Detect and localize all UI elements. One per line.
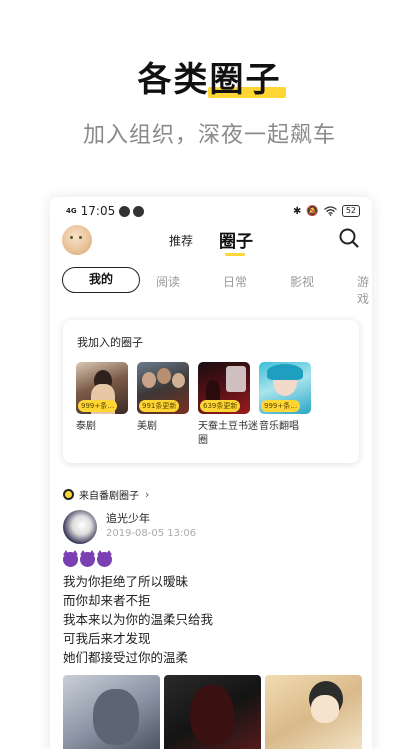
circle-name: 泰剧 [76, 421, 96, 432]
post-images [63, 675, 362, 749]
active-tab-indicator [225, 253, 245, 256]
post-line: 我为你拒绝了所以暧昧 [63, 574, 189, 589]
update-badge: 991条更新 [139, 400, 180, 412]
update-badge: 999+条… [261, 400, 301, 412]
chevron-right-icon: › [145, 488, 150, 501]
user-avatar[interactable] [62, 225, 92, 255]
battery-icon: 52 [341, 205, 360, 217]
post-line: 她们都接受过你的温柔 [63, 650, 189, 665]
circle-name: 音乐翻唱 [259, 421, 299, 432]
circle-name: 美剧 [137, 421, 157, 432]
phone-screen: 4G 17:05 ✱ 🔕 52 推荐 圈子 我的 阅读 日常 影视 游戏 我加入… [50, 197, 372, 749]
circle-thumbnail: 639条更新 [198, 362, 250, 414]
category-tab-games[interactable]: 游戏 [357, 273, 372, 307]
circle-thumbnail: 999+条… [259, 362, 311, 414]
category-tabs: 我的 阅读 日常 影视 游戏 [50, 265, 372, 307]
promo-title: 各类圈子 [138, 52, 286, 101]
category-tab-film[interactable]: 影视 [290, 273, 314, 290]
post-line: 可我后来才发现 [63, 631, 151, 646]
wifi-icon [323, 206, 337, 216]
devil-emoji-icon [80, 550, 95, 567]
update-badge: 999+条… [78, 400, 118, 412]
author-name[interactable]: 追光少年 [106, 510, 150, 526]
joined-circles-title: 我加入的圈子 [77, 336, 143, 349]
devil-emoji-icon [97, 550, 112, 567]
post-image[interactable] [265, 675, 362, 749]
category-tab-reading[interactable]: 阅读 [156, 273, 180, 290]
circle-item[interactable]: 991条更新 美剧 [137, 362, 191, 434]
circle-thumbnail: 991条更新 [137, 362, 189, 414]
tab-recommend[interactable]: 推荐 [169, 232, 193, 249]
notification-icon [119, 205, 131, 217]
message-icon [133, 205, 145, 217]
post-timestamp: 2019-08-05 13:06 [106, 528, 197, 539]
emoji-row [63, 550, 112, 567]
post-line: 而你却来者不拒 [63, 593, 151, 608]
top-nav: 推荐 圈子 [50, 225, 372, 261]
post-image[interactable] [164, 675, 261, 749]
status-bar: 4G 17:05 ✱ 🔕 52 [50, 197, 372, 225]
bluetooth-icon: ✱ [292, 205, 302, 217]
devil-emoji-icon [63, 550, 78, 567]
status-right: ✱ 🔕 52 [293, 205, 360, 217]
circle-source-icon [63, 489, 74, 500]
network-indicator: 4G [66, 206, 77, 215]
category-tab-daily[interactable]: 日常 [223, 273, 247, 290]
post-image[interactable] [63, 675, 160, 749]
circle-item[interactable]: 999+条… 泰剧 [76, 362, 130, 434]
promo-header: 各类圈子 [0, 52, 419, 101]
mute-icon: 🔕 [306, 205, 319, 217]
circle-item[interactable]: 999+条… 音乐翻唱 [259, 362, 313, 434]
circle-name: 天蚕土豆书迷圈 [198, 421, 258, 446]
circle-item[interactable]: 639条更新 天蚕土豆书迷圈 [198, 362, 258, 448]
post-source[interactable]: 来自番剧圈子 › [63, 487, 149, 502]
update-badge: 639条更新 [200, 400, 241, 412]
post-body: 我为你拒绝了所以暧昧 而你却来者不拒 我本来以为你的温柔只给我 可我后来才发现 … [63, 572, 213, 667]
status-time: 17:05 [80, 204, 116, 218]
category-tab-mine[interactable]: 我的 [62, 267, 140, 293]
post-source-label: 来自番剧圈子 [79, 491, 139, 502]
tab-circles[interactable]: 圈子 [219, 227, 253, 252]
search-icon[interactable] [338, 227, 360, 249]
circle-thumbnail: 999+条… [76, 362, 128, 414]
promo-subtitle: 加入组织，深夜一起飙车 [82, 123, 336, 148]
joined-circles-card: 我加入的圈子 999+条… 泰剧 991条更新 美剧 639条更新 天蚕土豆书迷… [63, 320, 359, 463]
author-avatar[interactable] [63, 510, 97, 544]
post-line: 我本来以为你的温柔只给我 [63, 612, 214, 627]
